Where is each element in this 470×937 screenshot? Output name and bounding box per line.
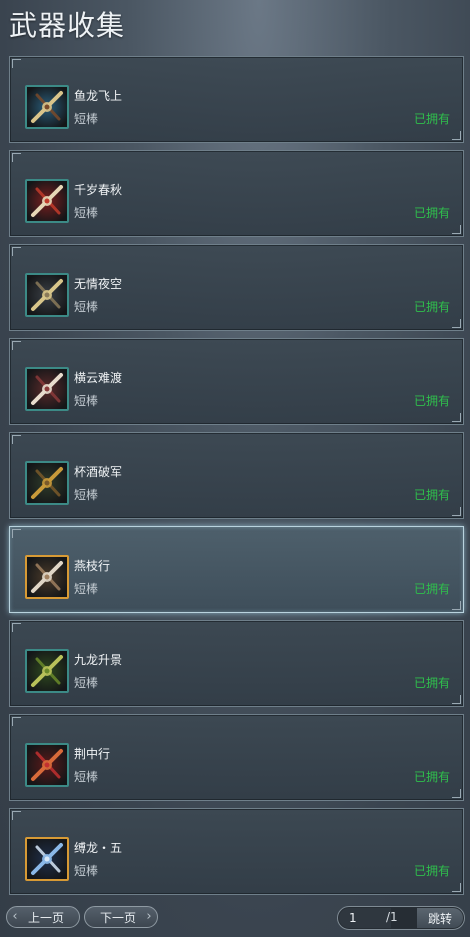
owned-status: 已拥有	[413, 676, 450, 690]
weapon-type: 短棒	[74, 300, 99, 314]
weapon-icon	[25, 367, 69, 411]
weapon-name: 千岁春秋	[74, 183, 123, 197]
weapon-card[interactable]: 燕枝行短棒 已拥有	[9, 526, 464, 613]
weapon-name: 鱼龙飞上	[74, 89, 123, 103]
weapon-card[interactable]: 荆中行短棒 已拥有	[9, 714, 464, 801]
prev-page-label: 上一页	[27, 910, 64, 925]
owned-status: 已拥有	[413, 300, 450, 314]
weapon-name: 杯酒破军	[74, 465, 123, 479]
owned-status: 已拥有	[413, 206, 450, 220]
page-number-input[interactable]: 1	[339, 908, 391, 928]
weapon-icon	[25, 179, 69, 223]
weapon-name: 荆中行	[74, 747, 111, 761]
weapon-name: 无情夜空	[74, 277, 123, 291]
weapon-type: 短棒	[74, 770, 99, 784]
next-page-button[interactable]: 下一页 ›	[84, 906, 158, 928]
weapon-icon	[25, 273, 69, 317]
weapon-type: 短棒	[74, 112, 99, 126]
weapon-icon	[25, 461, 69, 505]
weapon-name: 燕枝行	[74, 559, 111, 573]
weapon-icon	[25, 837, 69, 881]
page-jump-control: 1 /1 跳转	[337, 906, 465, 930]
weapon-type: 短棒	[74, 394, 99, 408]
owned-status: 已拥有	[413, 582, 450, 596]
next-page-label: 下一页	[99, 910, 136, 925]
weapon-card[interactable]: 千岁春秋短棒 已拥有	[9, 150, 464, 237]
weapon-icon	[25, 85, 69, 129]
page-title: 武器收集	[9, 9, 126, 42]
weapon-card[interactable]: 杯酒破军短棒 已拥有	[9, 432, 464, 519]
page-total: /1	[386, 910, 398, 924]
weapon-card[interactable]: 无情夜空短棒 已拥有	[9, 244, 464, 331]
owned-status: 已拥有	[413, 488, 450, 502]
weapon-card[interactable]: 缚龙・五短棒 已拥有	[9, 808, 464, 895]
jump-button[interactable]: 跳转	[417, 908, 463, 928]
owned-status: 已拥有	[413, 864, 450, 878]
owned-status: 已拥有	[413, 112, 450, 126]
weapon-name: 横云难渡	[74, 371, 123, 385]
weapon-card[interactable]: 九龙升景短棒 已拥有	[9, 620, 464, 707]
weapon-type: 短棒	[74, 582, 99, 596]
weapon-type: 短棒	[74, 864, 99, 878]
weapon-name: 缚龙・五	[74, 841, 123, 855]
weapon-name: 九龙升景	[74, 653, 123, 667]
weapon-type: 短棒	[74, 206, 99, 220]
prev-page-button[interactable]: ‹ 上一页	[6, 906, 80, 928]
weapon-type: 短棒	[74, 676, 99, 690]
weapon-list: 鱼龙飞上 短棒 已拥有 千岁春秋 短棒 已拥有 无情夜空 短棒 已拥有 横云难渡 短棒 已拥有 杯酒破军…	[9, 56, 464, 902]
chevron-right-icon: ›	[146, 909, 152, 924]
owned-status: 已拥有	[413, 394, 450, 408]
weapon-card[interactable]: 横云难渡短棒 已拥有	[9, 338, 464, 425]
weapon-card[interactable]: 鱼龙飞上短棒 已拥有	[9, 56, 464, 143]
weapon-icon	[25, 743, 69, 787]
owned-status: 已拥有	[413, 770, 450, 784]
chevron-left-icon: ‹	[12, 909, 18, 924]
weapon-icon	[25, 555, 69, 599]
weapon-type: 短棒	[74, 488, 99, 502]
weapon-icon	[25, 649, 69, 693]
